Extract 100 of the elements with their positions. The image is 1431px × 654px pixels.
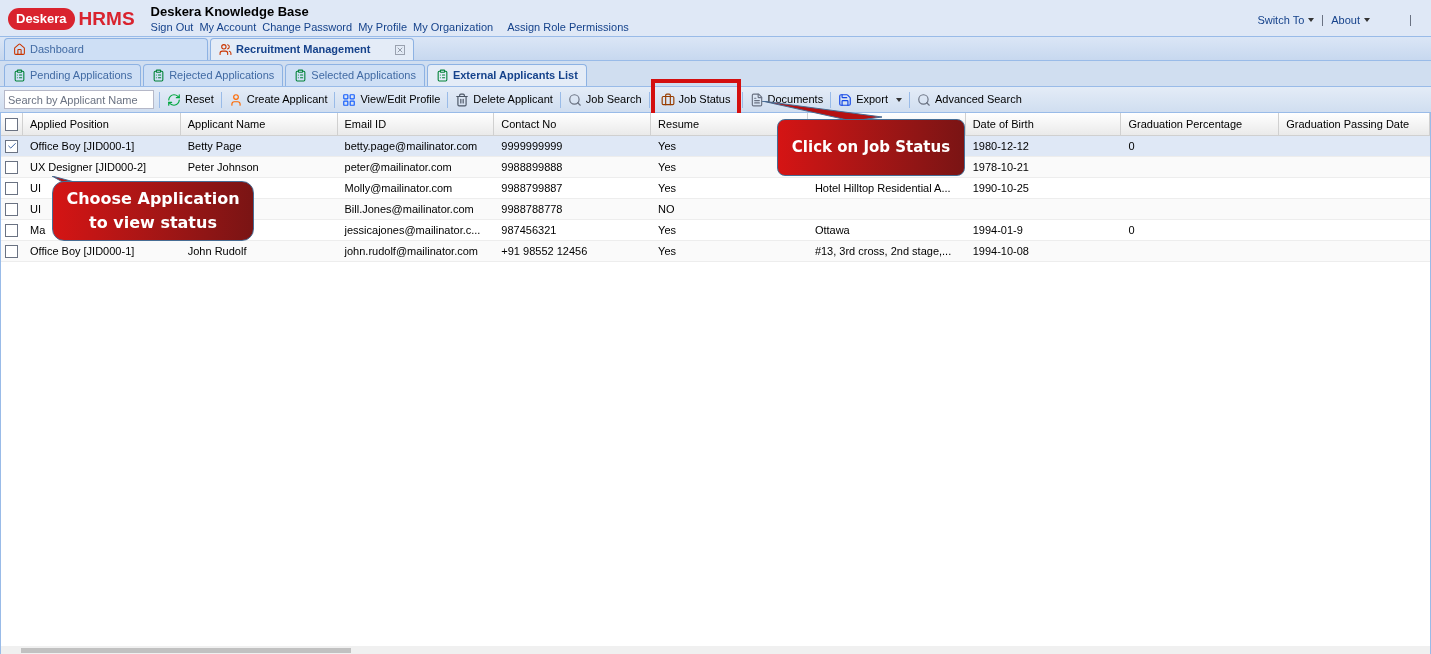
caret-icon — [1364, 18, 1370, 23]
table-cell-text: +91 98552 12456 — [501, 243, 588, 259]
table-cell-text: 1980-12-12 — [972, 138, 1029, 154]
table-cell-text: #13, 3rd cross, 2nd stage,... — [814, 243, 952, 259]
header-link[interactable]: Assign Role Permissions — [507, 19, 629, 36]
table-cell-text: Molly@mailinator.com — [344, 180, 453, 196]
select-all-checkbox[interactable] — [5, 117, 18, 131]
table-cell-text: Yes — [658, 180, 677, 196]
callout: Choose Application to view status — [52, 181, 254, 241]
header-link[interactable]: Change Password — [262, 19, 353, 36]
table-cell-text: 9999999999 — [501, 138, 563, 154]
main-tab[interactable]: Dashboard — [4, 38, 208, 60]
toolbar-button[interactable]: View/Edit Profile — [340, 89, 443, 110]
table-cell-text: Yes — [658, 159, 677, 175]
table-cell-text: Yes — [658, 243, 677, 259]
table-cell-text: Yes — [658, 222, 677, 238]
column-header[interactable]: Email ID — [344, 115, 387, 133]
table-cell-text: betty.page@mailinator.com — [344, 138, 478, 154]
table-cell-text: NO — [658, 201, 675, 217]
table-cell-text: Office Boy [JID000-1] — [29, 243, 135, 259]
scrollbar-thumb[interactable] — [21, 647, 351, 653]
product-name: HRMS — [78, 9, 135, 29]
table-cell-text: 1978-10-21 — [972, 159, 1029, 175]
check-icon — [7, 141, 17, 151]
header-menu[interactable]: About — [1331, 12, 1370, 29]
table-cell-text: Ottawa — [814, 222, 850, 238]
toolbar-button[interactable]: Create Applicant — [226, 89, 330, 110]
header-link[interactable]: My Profile — [358, 19, 408, 36]
table-cell-text: UI — [29, 180, 41, 196]
table-cell-text: 9988899888 — [501, 159, 563, 175]
row-checkbox[interactable] — [5, 139, 19, 153]
table-row[interactable]: Office Boy [JID000-1] John Rudolf john.rudolf@mailinator.com +91 98552 12456 Yes #13, 3rd cross, 2nd stage,... 1994-10-08 — [1, 241, 1430, 262]
header-link[interactable]: My Organization — [413, 19, 494, 36]
site-title: Deskera Knowledge Base — [150, 4, 310, 19]
table-cell-text: Ma — [29, 222, 46, 238]
column-header[interactable]: Graduation Percentage — [1128, 115, 1243, 133]
column-header[interactable]: Applied Position — [29, 115, 109, 133]
briefcase-icon — [660, 92, 675, 107]
sub-tab[interactable]: External Applicants List — [426, 64, 587, 86]
person-icon — [228, 92, 243, 107]
column-header[interactable]: Applicant Name — [187, 115, 266, 133]
form-icon — [152, 69, 166, 82]
row-checkbox[interactable] — [5, 160, 19, 174]
header-link[interactable]: Sign Out — [150, 19, 194, 36]
table-cell-text: UX Designer [JID000-2] — [29, 159, 147, 175]
toolbar-button[interactable]: Reset — [165, 89, 216, 110]
toolbar-button[interactable]: Job Search — [565, 89, 644, 110]
table-cell-text: Betty Page — [187, 138, 242, 154]
people-icon — [219, 43, 232, 56]
grid-icon — [342, 92, 357, 107]
table-cell-text: Hotel Hilltop Residential A... — [814, 180, 951, 196]
column-header[interactable]: Contact No — [501, 115, 557, 133]
table-cell-text: Office Boy [JID000-1] — [29, 138, 135, 154]
table-cell-text: peter@mailinator.com — [344, 159, 452, 175]
header-menu[interactable]: Switch To — [1257, 12, 1315, 29]
column-header[interactable]: Date of Birth — [972, 115, 1034, 133]
table-cell-text: john.rudolf@mailinator.com — [344, 243, 478, 259]
table-cell-text: UI — [29, 201, 41, 217]
column-header[interactable]: Graduation Passing Date — [1286, 115, 1410, 133]
toolbar-button[interactable]: Export — [836, 89, 904, 110]
form-icon — [294, 69, 308, 82]
document-icon — [749, 92, 764, 107]
table-cell-text: 9988788778 — [501, 201, 563, 217]
table-cell-text: 1990-10-25 — [972, 180, 1029, 196]
table-cell-text: jessicajones@mailinator.c... — [344, 222, 481, 238]
table-cell-text: Yes — [658, 138, 677, 154]
table-cell-text: 1994-10-08 — [972, 243, 1029, 259]
table-cell-text: 0 — [1128, 138, 1135, 154]
refresh-icon — [167, 92, 181, 107]
caret-icon — [1308, 18, 1315, 23]
sub-tab[interactable]: Pending Applications — [4, 64, 142, 86]
row-checkbox[interactable] — [5, 223, 19, 237]
table-cell-text: Bill.Jones@mailinator.com — [344, 201, 474, 217]
toolbar-button[interactable]: Advanced Search — [914, 89, 1024, 110]
table-cell-text: 1994-01-9 — [972, 222, 1023, 238]
form-icon — [13, 69, 26, 82]
row-checkbox[interactable] — [5, 202, 19, 216]
toolbar-button[interactable]: Job Status — [654, 82, 737, 117]
row-checkbox[interactable] — [5, 244, 19, 258]
sub-tab[interactable]: Rejected Applications — [143, 64, 284, 86]
row-checkbox[interactable] — [5, 181, 19, 195]
brand-logo: Deskera — [8, 8, 75, 30]
sub-tab[interactable]: Selected Applications — [285, 64, 425, 86]
table-cell-text: 987456321 — [501, 222, 557, 238]
toolbar-button[interactable]: Delete Applicant — [453, 89, 555, 110]
trash-icon — [455, 92, 470, 107]
search-icon — [567, 92, 582, 107]
header-link[interactable]: My Account — [199, 19, 257, 36]
table-cell-text: 0 — [1128, 222, 1135, 238]
form-icon — [435, 69, 449, 82]
table-cell-text: John Rudolf — [187, 243, 247, 259]
search-field[interactable]: Search by Applicant Name — [4, 90, 154, 109]
search-icon — [916, 92, 931, 107]
main-tab[interactable]: Recruitment Management — [210, 38, 414, 60]
table-cell-text: Peter Johnson — [187, 159, 259, 175]
toolbar-button[interactable]: Documents — [747, 89, 826, 110]
save-icon — [838, 92, 853, 107]
home-icon — [13, 43, 26, 56]
callout: Click on Job Status — [777, 119, 965, 176]
column-header[interactable]: Resume — [658, 115, 700, 133]
